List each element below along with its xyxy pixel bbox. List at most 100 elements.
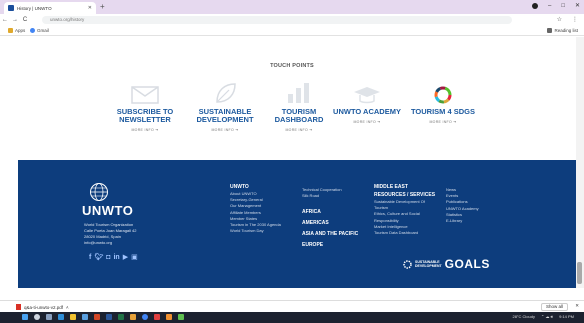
clock[interactable]: 9:14 PM bbox=[559, 314, 574, 320]
twitter-icon[interactable]: 🐦︎ bbox=[94, 253, 103, 261]
envelope-icon bbox=[108, 82, 182, 104]
browser-tab-strip: History | UNWTO ✕ + – □ ✕ bbox=[0, 0, 584, 14]
edge-icon[interactable] bbox=[58, 314, 64, 320]
unwto-logo[interactable]: UNWTO bbox=[82, 203, 133, 218]
app-icon[interactable] bbox=[154, 314, 160, 320]
footer-link[interactable]: Tourism Data Dashboard bbox=[374, 230, 435, 236]
more-info-link[interactable]: MORE INFO ➔ bbox=[330, 120, 404, 124]
touch-point-sustainable[interactable]: SUSTAINABLE DEVELOPMENT MORE INFO ➔ bbox=[188, 82, 262, 132]
chevron-up-icon[interactable]: ˄ bbox=[66, 305, 69, 310]
app-icon[interactable] bbox=[166, 314, 172, 320]
weather-widget[interactable]: 28°C Cloudy bbox=[512, 314, 535, 320]
chrome-icon[interactable] bbox=[142, 314, 148, 320]
touch-point-label: SUSTAINABLE DEVELOPMENT bbox=[196, 107, 254, 124]
flickr-icon[interactable]: ▣ bbox=[131, 253, 138, 261]
email-link[interactable]: info@unwto.org bbox=[84, 240, 136, 246]
touch-point-label: SUBSCRIBE TO NEWSLETTER bbox=[116, 107, 174, 124]
touch-points-section: TOUCH POINTS SUBSCRIBE TO NEWSLETTER MOR… bbox=[0, 37, 584, 160]
more-info-link[interactable]: MORE INFO ➔ bbox=[402, 120, 484, 124]
google-icon bbox=[30, 28, 35, 33]
bookmarks-bar: Apps Gmail Reading list bbox=[0, 26, 584, 36]
site-footer: UNWTO World Tourism Organization Calle P… bbox=[18, 160, 576, 288]
close-downloads-icon[interactable]: ✕ bbox=[575, 303, 579, 309]
forward-icon[interactable]: → bbox=[10, 17, 20, 23]
footer-heading[interactable]: ASIA AND THE PACIFIC bbox=[302, 230, 358, 238]
sdg-small-text: SUSTAINABLE DEVELOPMENT bbox=[415, 260, 442, 268]
profile-icon[interactable] bbox=[532, 3, 538, 9]
touch-point-academy[interactable]: UNWTO ACADEMY MORE INFO ➔ bbox=[330, 82, 404, 124]
footer-heading[interactable]: MIDDLE EAST bbox=[374, 183, 435, 191]
tray-icons[interactable]: ⌃ ☁ 🔊︎ bbox=[541, 314, 553, 320]
word-icon[interactable] bbox=[106, 314, 112, 320]
touch-point-newsletter[interactable]: SUBSCRIBE TO NEWSLETTER MORE INFO ➔ bbox=[108, 82, 182, 132]
star-icon[interactable]: ☆ bbox=[557, 16, 562, 23]
taskbar-apps bbox=[22, 314, 184, 320]
footer-col-regions: Technical Cooperation Silk Road AFRICA A… bbox=[302, 187, 358, 249]
browser-tab[interactable]: History | UNWTO ✕ bbox=[4, 2, 96, 14]
app-icon[interactable] bbox=[130, 314, 136, 320]
footer-link[interactable]: E-Library bbox=[446, 218, 479, 224]
pdf-file-icon bbox=[16, 304, 21, 310]
address-bar[interactable]: unwto.org/history bbox=[42, 16, 512, 24]
app-icon[interactable] bbox=[178, 314, 184, 320]
social-links: f 🐦︎ ◘ in ▶ ▣ bbox=[89, 253, 138, 262]
footer-heading[interactable]: AFRICA bbox=[302, 208, 358, 216]
footer-heading[interactable]: RESOURCES / SERVICES bbox=[374, 191, 435, 199]
close-tab-icon[interactable]: ✕ bbox=[88, 5, 92, 11]
footer-heading[interactable]: AMERICAS bbox=[302, 219, 358, 227]
search-icon[interactable] bbox=[34, 314, 40, 320]
page-scrollbar-track[interactable] bbox=[576, 37, 584, 288]
menu-icon[interactable]: ⋮ bbox=[572, 16, 578, 23]
footer-heading[interactable]: EUROPE bbox=[302, 241, 358, 249]
touch-point-dashboard[interactable]: TOURISM DASHBOARD MORE INFO ➔ bbox=[262, 82, 336, 132]
leaf-icon bbox=[188, 82, 262, 104]
task-view-icon[interactable] bbox=[46, 314, 52, 320]
show-all-button[interactable]: Show all bbox=[540, 303, 568, 311]
page-scrollbar-thumb[interactable] bbox=[577, 262, 582, 284]
footer-link[interactable]: UNWTO Academy bbox=[446, 206, 479, 212]
more-info-link[interactable]: MORE INFO ➔ bbox=[262, 128, 336, 132]
tab-title: History | UNWTO bbox=[17, 5, 52, 11]
bookmark-gmail[interactable]: Gmail bbox=[30, 28, 49, 33]
touch-point-label: TOURISM 4 SDGS bbox=[410, 107, 476, 116]
instagram-icon[interactable]: ◘ bbox=[106, 254, 110, 261]
graduation-cap-icon bbox=[330, 82, 404, 104]
download-item[interactable]: q&a-ti-unwto-v2.pdf ˄ bbox=[16, 304, 69, 310]
footer-heading[interactable]: UNWTO bbox=[230, 183, 281, 191]
more-info-link[interactable]: MORE INFO ➔ bbox=[108, 128, 182, 132]
bookmark-label: Apps bbox=[15, 28, 26, 33]
youtube-icon[interactable]: ▶ bbox=[123, 253, 128, 261]
store-icon[interactable] bbox=[82, 314, 88, 320]
maximize-icon[interactable]: □ bbox=[561, 2, 565, 11]
facebook-icon[interactable]: f bbox=[89, 254, 91, 261]
touch-point-label: TOURISM DASHBOARD bbox=[274, 107, 324, 124]
bookmark-label: Gmail bbox=[37, 28, 49, 33]
reading-list-label: Reading list bbox=[554, 28, 578, 33]
powerpoint-icon[interactable] bbox=[94, 314, 100, 320]
linkedin-icon[interactable]: in bbox=[113, 254, 119, 261]
window-controls: – □ ✕ bbox=[532, 2, 580, 11]
footer-link[interactable]: World Tourism Day bbox=[230, 228, 281, 234]
sdg-logo[interactable]: SUSTAINABLE DEVELOPMENT GOALS bbox=[403, 257, 490, 271]
back-icon[interactable]: ← bbox=[0, 17, 10, 23]
bar-chart-icon bbox=[262, 82, 336, 104]
close-window-icon[interactable]: ✕ bbox=[575, 2, 580, 11]
footer-col-resources: MIDDLE EAST RESOURCES / SERVICES Sustain… bbox=[374, 183, 435, 236]
file-explorer-icon[interactable] bbox=[70, 314, 76, 320]
sdg-small-line: DEVELOPMENT bbox=[415, 264, 442, 268]
sdg-wheel-icon bbox=[402, 82, 484, 104]
more-info-link[interactable]: MORE INFO ➔ bbox=[188, 128, 262, 132]
toolbar-actions: ☆ ⋮ bbox=[557, 16, 578, 23]
footer-col-news: News Events Publications UNWTO Academy S… bbox=[446, 187, 479, 224]
excel-icon[interactable] bbox=[118, 314, 124, 320]
system-tray: 28°C Cloudy ⌃ ☁ 🔊︎ 9:14 PM bbox=[512, 314, 574, 320]
download-filename: q&a-ti-unwto-v2.pdf bbox=[24, 304, 64, 310]
apps-icon bbox=[8, 28, 13, 33]
bookmark-apps[interactable]: Apps bbox=[8, 28, 25, 33]
start-icon[interactable] bbox=[22, 314, 28, 320]
new-tab-icon[interactable]: + bbox=[100, 2, 105, 12]
reload-icon[interactable]: C bbox=[20, 17, 30, 23]
touch-point-tourism-sdgs[interactable]: TOURISM 4 SDGS MORE INFO ➔ bbox=[402, 82, 484, 124]
minimize-icon[interactable]: – bbox=[548, 2, 551, 11]
reading-list[interactable]: Reading list bbox=[547, 28, 578, 33]
